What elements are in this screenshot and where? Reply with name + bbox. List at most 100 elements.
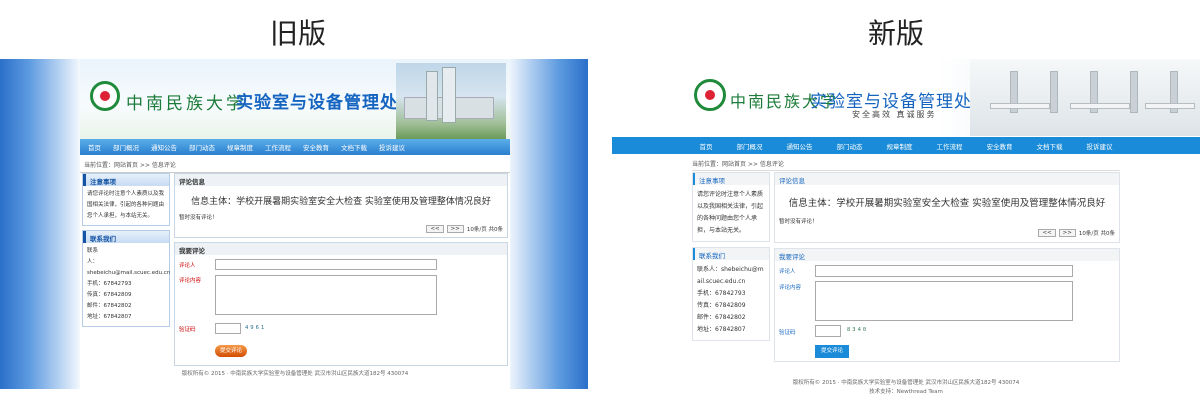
old-contact-box: 联系我们 联系 人：shebeichu@mail.scuec.edu.cn 手机… [82,230,170,327]
notice-title: 注意事项 [83,174,169,186]
comment-info-title: 评论信息 [175,174,507,186]
laboratory-image [970,59,1200,136]
new-slogan: 安全高效 真诚服务 [852,110,937,119]
old-university-name: 中南民族大学 [126,94,246,114]
nav-item-complaints[interactable]: 投诉建议 [1087,141,1113,151]
contact-line: 传真：67842809 [87,292,132,298]
contact-body: 联系 人：shebeichu@mail.scuec.edu.cn 手机：6784… [83,243,171,326]
notice-body: 请您评论时注意个人素质以及我国相关法律，引起的各种问题由您个人承担，与本站无关。 [87,191,165,219]
old-breadcrumb: 当前位置：网站首页 >> 信息评论 [80,157,510,173]
submit-comment-button[interactable]: 提交评论 [215,345,247,357]
old-department-name: 实验室与设备管理处 [236,93,398,113]
contact-line: ail.scuec.edu.cn [697,278,746,285]
nav-item-notices[interactable]: 通知公告 [787,141,813,151]
comment-form: 评论人 评论内容 验证码 4961 提交评论 [175,255,507,365]
new-comment-form: 我要评论 评论人 评论内容 验证码 8340 提交评论 [774,248,1120,362]
comment-form-title: 我要评论 [175,243,507,255]
new-sidebar: 注意事项 请您评论时注意个人素质以及我国相关法律，引起的各种问题由您个人承担，与… [692,172,770,346]
contact-title: 联系我们 [693,248,769,260]
content-label: 评论内容 [779,285,802,291]
content-label: 评论内容 [179,278,202,284]
new-comment-info: 评论信息 信息主体：学校开展暑期实验室安全大检查 实验室使用及管理整体情况良好 … [774,172,1120,243]
nav-item-overview[interactable]: 部门概况 [113,142,139,152]
new-nav-bar: 首页 部门概况 通知公告 部门动态 规章制度 工作流程 安全教育 文档下载 投诉… [612,137,1200,154]
old-banner: 中南民族大学 实验室与设备管理处 [80,59,510,139]
contact-line: 手机：67842793 [87,281,132,287]
captcha-input[interactable] [815,325,841,337]
comment-subject: 信息主体：学校开展暑期实验室安全大检查 实验室使用及管理整体情况良好 [191,197,491,207]
pager: << >> 10条/页 共0条 [175,223,507,237]
old-main: 评论信息 信息主体：学校开展暑期实验室安全大检查 实验室使用及管理整体情况良好 … [174,173,508,370]
nav-item-safety[interactable]: 安全教育 [303,142,329,152]
old-version-label: 旧版 [270,17,327,50]
old-sidebar: 注意事项 请您评论时注意个人素质以及我国相关法律，引起的各种问题由您个人承担，与… [82,173,170,331]
new-version-label: 新版 [868,17,925,50]
nav-item-downloads[interactable]: 文档下载 [341,142,367,152]
notice-body: 请您评论时注意个人素质以及我国相关法律，引起的各种问题由您个人承担，与本站无关。 [697,191,764,234]
prev-page-button[interactable]: << [426,225,444,233]
new-notice-box: 注意事项 请您评论时注意个人素质以及我国相关法律，引起的各种问题由您个人承担，与… [692,172,770,242]
prev-page-button[interactable]: << [1038,229,1056,237]
commenter-label: 评论人 [779,269,796,275]
contact-line: 地址：67842807 [697,326,746,333]
new-contact-box: 联系我们 联系人：shebeichu@m ail.scuec.edu.cn 手机… [692,247,770,341]
comment-form-title: 我要评论 [775,249,1119,261]
old-page: 中南民族大学 实验室与设备管理处 首页 部门概况 通知公告 部门动态 规章制度 … [80,59,510,389]
comment-subject: 信息主体：学校开展暑期实验室安全大检查 实验室使用及管理整体情况良好 [788,198,1106,209]
contact-line: 地址：67842807 [87,314,132,320]
comment-info-title: 评论信息 [775,173,1119,185]
page-info: 10条/页 共0条 [466,227,503,233]
new-main: 评论信息 信息主体：学校开展暑期实验室安全大检查 实验室使用及管理整体情况良好 … [774,172,1120,367]
nav-item-downloads[interactable]: 文档下载 [1037,141,1063,151]
copyright-text: 版权所有© 2015 · 中南民族大学实验室与设备管理处 武汉市洪山区民族大道1… [792,380,1020,386]
captcha-image: 4961 [245,325,267,331]
nav-item-home[interactable]: 首页 [88,142,101,152]
university-logo-icon [694,79,726,111]
contact-line: 联系人：shebeichu@m [697,266,764,273]
content-textarea[interactable] [815,281,1073,321]
captcha-label: 验证码 [179,327,196,333]
pager: << >> 10条/页 共0条 [775,227,1119,242]
new-version-screenshot: 中南民族大学 实验室与设备管理处 安全高效 真诚服务 首页 部门概况 通知公告 … [612,59,1200,406]
nav-item-overview[interactable]: 部门概况 [737,141,763,151]
captcha-input[interactable] [215,323,241,334]
next-page-button[interactable]: >> [1058,229,1076,237]
contact-line: 人：shebeichu@mail.scuec.edu.cn [87,259,171,276]
contact-line: 联系 [87,248,99,254]
tech-support-text: 技术支持：Newthread Team [869,389,943,395]
commenter-input[interactable] [215,259,437,270]
new-breadcrumb: 当前位置：网站首页 >> 信息评论 [692,159,1120,171]
nav-item-safety[interactable]: 安全教育 [987,141,1013,151]
university-logo-icon [90,81,120,111]
nav-item-news[interactable]: 部门动态 [189,142,215,152]
contact-line: 邮件：67842802 [697,314,746,321]
commenter-label: 评论人 [179,263,196,269]
contact-title: 联系我们 [83,231,169,243]
content-textarea[interactable] [215,275,437,315]
nav-item-workflow[interactable]: 工作流程 [937,141,963,151]
captcha-image: 8340 [847,327,869,333]
new-banner: 中南民族大学 实验室与设备管理处 安全高效 真诚服务 [612,59,1200,136]
nav-item-home[interactable]: 首页 [700,141,713,151]
contact-line: 邮件：67842802 [87,303,132,309]
nav-item-news[interactable]: 部门动态 [837,141,863,151]
nav-item-complaints[interactable]: 投诉建议 [379,142,405,152]
nav-item-rules[interactable]: 规章制度 [887,141,913,151]
old-comment-form: 我要评论 评论人 评论内容 验证码 4961 提交评论 [174,242,508,366]
captcha-label: 验证码 [779,330,796,336]
contact-line: 手机：67842793 [697,290,746,297]
contact-line: 传真：67842809 [697,302,746,309]
submit-comment-button[interactable]: 提交评论 [815,345,849,358]
nav-item-rules[interactable]: 规章制度 [227,142,253,152]
nav-item-workflow[interactable]: 工作流程 [265,142,291,152]
contact-body: 联系人：shebeichu@m ail.scuec.edu.cn 手机：6784… [693,260,769,340]
old-notice-box: 注意事项 请您评论时注意个人素质以及我国相关法律，引起的各种问题由您个人承担，与… [82,173,170,226]
commenter-input[interactable] [815,265,1073,277]
comment-form: 评论人 评论内容 验证码 8340 提交评论 [775,261,1119,361]
new-footer: 版权所有© 2015 · 中南民族大学实验室与设备管理处 武汉市洪山区民族大道1… [612,379,1200,397]
old-comment-info: 评论信息 信息主体：学校开展暑期实验室安全大检查 实验室使用及管理整体情况良好 … [174,173,508,238]
nav-item-notices[interactable]: 通知公告 [151,142,177,152]
page-info: 10条/页 共0条 [1078,231,1115,237]
no-comments-text: 暂时没有评论！ [179,215,218,221]
next-page-button[interactable]: >> [446,225,464,233]
